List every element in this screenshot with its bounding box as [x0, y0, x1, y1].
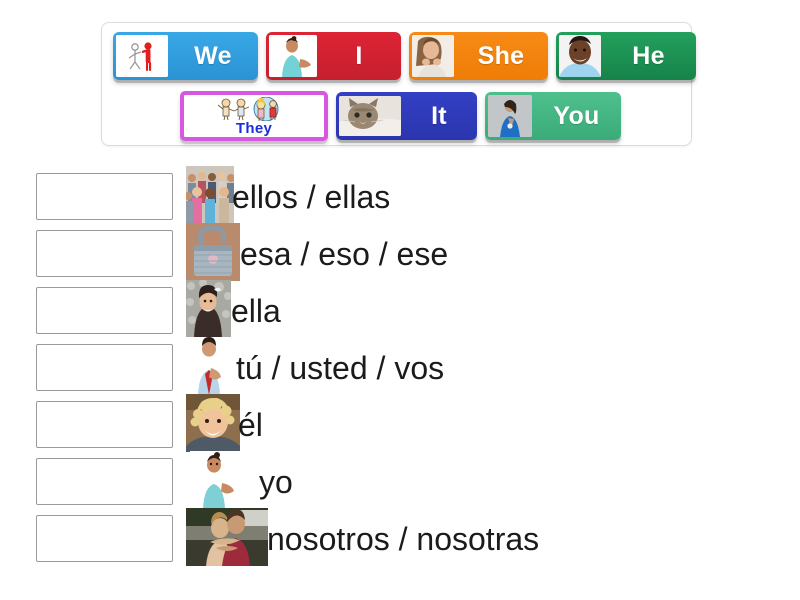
answer-row: esa / eso / ese: [0, 223, 800, 282]
man-red-tie-pointing-photo: [186, 337, 232, 395]
answer-tile-tray: We I She He They It You: [101, 22, 696, 146]
answer-text: tú / usted / vos: [236, 349, 445, 386]
draggable-tile-it[interactable]: It: [336, 92, 477, 140]
answer-row: ella: [0, 280, 800, 339]
crowd-of-people-photo: [186, 166, 234, 224]
answer-text: ella: [231, 292, 281, 329]
woman-pointing-photo: [488, 95, 532, 137]
answer-text: ellos / ellas: [232, 178, 391, 215]
tile-row-2: They It You: [180, 91, 621, 141]
tile-label: We: [194, 41, 232, 70]
cartoon-children-icon: [206, 96, 302, 121]
answer-row: yo: [0, 451, 800, 510]
answer-row: nosotros / nosotras: [0, 508, 800, 567]
answer-text: esa / eso / ese: [240, 235, 449, 272]
draggable-tile-they[interactable]: They: [180, 91, 328, 141]
answer-text: nosotros / nosotras: [267, 520, 540, 557]
answer-row: ellos / ellas: [0, 166, 800, 225]
answer-text: yo: [259, 463, 293, 500]
answer-text: él: [238, 406, 263, 443]
drop-target-6[interactable]: [36, 458, 173, 505]
drop-target-5[interactable]: [36, 401, 173, 448]
answer-row: él: [0, 394, 800, 453]
answer-row: tú / usted / vos: [0, 337, 800, 396]
blonde-curly-boy-photo: [186, 394, 240, 452]
answer-rows-list: ellos / ellas esa / eso / ese ella tú / …: [0, 166, 800, 567]
tile-label: I: [355, 41, 363, 70]
draggable-tile-we[interactable]: We: [113, 32, 258, 80]
drop-target-1[interactable]: [36, 173, 173, 220]
girl-teal-shirt-photo: [190, 451, 242, 509]
smiling-boy-photo: [559, 35, 601, 77]
draggable-tile-he[interactable]: He: [556, 32, 696, 80]
draggable-tile-i[interactable]: I: [266, 32, 401, 80]
girl-pointing-self-photo: [269, 35, 317, 77]
tile-label: He: [632, 41, 665, 70]
two-people-hugging-photo: [186, 508, 268, 566]
stick-figures-icon: [116, 35, 168, 77]
tile-label: It: [431, 101, 447, 130]
drop-target-2[interactable]: [36, 230, 173, 277]
girl-dark-hair-photo: [186, 280, 231, 338]
tile-label: She: [477, 41, 525, 70]
tabby-cat-photo: [339, 96, 401, 136]
drop-target-7[interactable]: [36, 515, 173, 562]
girl-chin-on-hands-photo: [412, 35, 454, 77]
denim-handbag-photo: [186, 223, 240, 281]
drop-target-3[interactable]: [36, 287, 173, 334]
draggable-tile-she[interactable]: She: [409, 32, 548, 80]
tile-row-1: We I She He: [113, 32, 696, 80]
tile-label: They: [235, 119, 273, 137]
drop-target-4[interactable]: [36, 344, 173, 391]
draggable-tile-you[interactable]: You: [485, 92, 621, 140]
tile-label: You: [553, 101, 600, 130]
